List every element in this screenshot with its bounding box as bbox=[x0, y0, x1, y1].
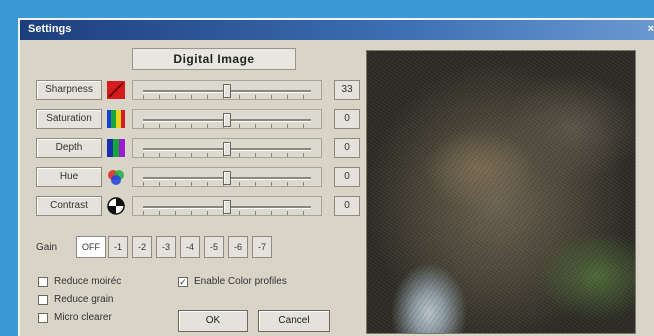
contrast-icon bbox=[107, 197, 125, 215]
contrast-button[interactable]: Contrast bbox=[36, 196, 102, 216]
enable-color-profiles-label: Enable Color profiles bbox=[194, 276, 287, 287]
close-icon[interactable]: × bbox=[648, 23, 654, 35]
gain-label: Gain bbox=[36, 242, 58, 253]
gain-minus-6-button[interactable]: -6 bbox=[228, 236, 248, 258]
slider-thumb[interactable] bbox=[223, 200, 231, 214]
slider-thumb[interactable] bbox=[223, 171, 231, 185]
saturation-button[interactable]: Saturation bbox=[36, 109, 102, 129]
sharpness-value[interactable]: 33 bbox=[334, 80, 360, 100]
window-title: Settings bbox=[28, 23, 72, 35]
sharpness-slider[interactable] bbox=[132, 80, 322, 100]
sharpness-row: Sharpness 33 bbox=[36, 78, 360, 102]
checkbox-box[interactable]: ✓ bbox=[178, 277, 188, 287]
gain-group: Gain OFF -1 -2 -3 -4 -5 -6 -7 bbox=[36, 236, 356, 260]
depth-slider[interactable] bbox=[132, 138, 322, 158]
contrast-row: Contrast 0 bbox=[36, 194, 360, 218]
reduce-grain-label: Reduce grain bbox=[54, 294, 114, 305]
gain-minus-5-button[interactable]: -5 bbox=[204, 236, 224, 258]
ok-button[interactable]: OK bbox=[178, 310, 248, 332]
slider-thumb[interactable] bbox=[223, 84, 231, 98]
saturation-icon bbox=[107, 110, 125, 128]
hue-icon bbox=[108, 170, 124, 185]
saturation-value[interactable]: 0 bbox=[334, 109, 360, 129]
gain-minus-3-button[interactable]: -3 bbox=[156, 236, 176, 258]
sharpness-icon bbox=[107, 81, 125, 99]
contrast-slider[interactable] bbox=[132, 196, 322, 216]
hue-row: Hue 0 bbox=[36, 165, 360, 189]
depth-row: Depth 0 bbox=[36, 136, 360, 160]
depth-value[interactable]: 0 bbox=[334, 138, 360, 158]
fur-texture bbox=[367, 51, 635, 333]
depth-button[interactable]: Depth bbox=[36, 138, 102, 158]
depth-icon bbox=[107, 139, 125, 157]
micro-clearer-label: Micro clearer bbox=[54, 312, 112, 323]
hue-slider[interactable] bbox=[132, 167, 322, 187]
slider-thumb[interactable] bbox=[223, 142, 231, 156]
gain-off-button[interactable]: OFF bbox=[76, 236, 106, 258]
checkbox-box[interactable] bbox=[38, 295, 48, 305]
cancel-button[interactable]: Cancel bbox=[258, 310, 330, 332]
gain-minus-2-button[interactable]: -2 bbox=[132, 236, 152, 258]
slider-thumb[interactable] bbox=[223, 113, 231, 127]
sharpness-button[interactable]: Sharpness bbox=[36, 80, 102, 100]
saturation-row: Saturation 0 bbox=[36, 107, 360, 131]
title-bar[interactable]: Settings × bbox=[20, 20, 654, 40]
hue-button[interactable]: Hue bbox=[36, 167, 102, 187]
saturation-slider[interactable] bbox=[132, 109, 322, 129]
checkbox-box[interactable] bbox=[38, 277, 48, 287]
gain-minus-1-button[interactable]: -1 bbox=[108, 236, 128, 258]
gain-minus-4-button[interactable]: -4 bbox=[180, 236, 200, 258]
checkbox-box[interactable] bbox=[38, 313, 48, 323]
reduce-moire-label: Reduce moiréc bbox=[54, 276, 122, 287]
image-type-label: Digital Image bbox=[132, 48, 296, 70]
gain-minus-7-button[interactable]: -7 bbox=[252, 236, 272, 258]
hue-value[interactable]: 0 bbox=[334, 167, 360, 187]
contrast-value[interactable]: 0 bbox=[334, 196, 360, 216]
settings-dialog: Settings × Digital Image Sharpness 33 Sa… bbox=[18, 18, 654, 336]
image-preview bbox=[366, 50, 636, 334]
